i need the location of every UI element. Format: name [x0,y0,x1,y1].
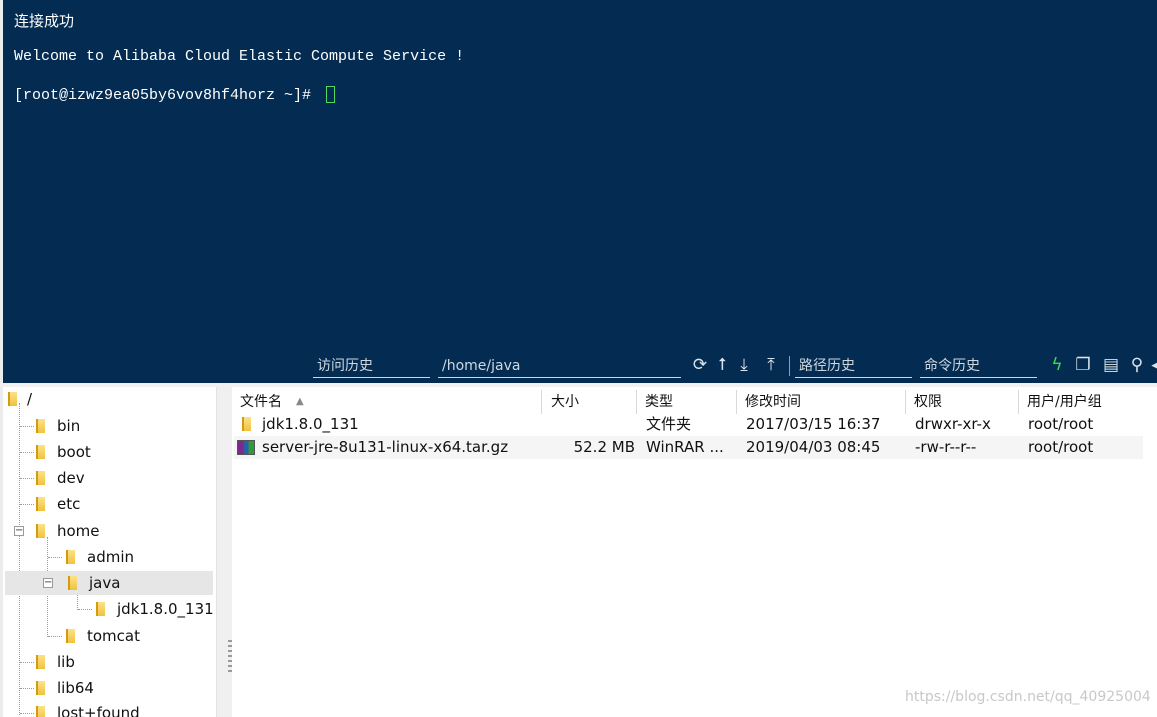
folder-link-icon [36,681,45,695]
folder-open-icon [36,524,45,538]
column-header-name[interactable]: 文件名 ▲ [232,390,542,414]
file-name: jdk1.8.0_131 [262,415,359,433]
column-header-type[interactable]: 类型 [637,390,737,414]
path-field[interactable]: /home/java [438,356,681,378]
watermark: https://blog.csdn.net/qq_40925004 [905,689,1151,705]
file-toolbar: 访问历史 /home/java ⟳ ⭡ ⤓ ⤒ 路径历史 命令历史 ϟ ❐ ▤ … [303,350,1157,383]
paste-icon[interactable]: ▤ [1101,355,1121,375]
folder-icon [66,550,75,564]
tree-connector [78,609,92,610]
path-history-field[interactable]: 路径历史 [795,356,912,378]
tree-connector [48,557,62,558]
folder-icon [96,602,105,616]
file-permissions: -rw-r--r-- [915,438,977,456]
tree-item-label: bin [57,417,81,435]
visit-history-field[interactable]: 访问历史 [313,356,430,378]
folder-icon [8,392,17,406]
toolbar-separator [789,356,790,376]
folder-icon [36,445,45,459]
terminal-status-line: 连接成功 [14,14,75,31]
tree-item-label: lost+found [57,704,140,717]
tree-connector [20,688,34,689]
tree-item-label: home [57,522,100,540]
tree-item-java[interactable]: − java [5,571,213,595]
column-header-label: 文件名 [240,394,282,410]
upload-icon[interactable]: ⤒ [761,355,781,375]
folder-icon [36,471,45,485]
file-size: 52.2 MB [573,438,635,456]
tree-item-label: etc [57,495,81,513]
tree-item-label: boot [57,443,91,461]
tree-item-label: lib64 [57,679,94,697]
column-header-owner[interactable]: 用户/用户组 [1019,390,1141,414]
tree-connector [20,452,34,453]
tree-item-label: tomcat [87,627,140,645]
file-type: WinRAR ... [646,438,724,456]
folder-icon [36,706,45,717]
file-modified: 2017/03/15 16:37 [746,415,881,433]
archive-file-icon [237,440,255,455]
terminal-panel[interactable]: 连接成功 Welcome to Alibaba Cloud Elastic Co… [0,0,1157,383]
terminal-prompt: [root@izwz9ea05by6vov8hf4horz ~]# [14,87,321,104]
tree-item-label: jdk1.8.0_131 [117,600,214,618]
tree-item-label: admin [87,548,134,566]
tree-connector [20,713,34,714]
file-type: 文件夹 [646,415,692,433]
terminal-prompt-line[interactable]: [root@izwz9ea05by6vov8hf4horz ~]# [14,86,336,104]
table-row[interactable]: jdk1.8.0_131 文件夹 2017/03/15 16:37 drwxr-… [234,413,1143,436]
sort-ascending-icon: ▲ [296,396,304,407]
file-list: 文件名 ▲ 大小 类型 修改时间 权限 用户/用户组 jdk1.8.0_131 … [232,387,1157,717]
download-icon[interactable]: ⤓ [734,355,754,375]
folder-icon [66,629,75,643]
column-header-modified[interactable]: 修改时间 [737,390,906,414]
command-history-field[interactable]: 命令历史 [920,356,1037,378]
table-row[interactable]: server-jre-8u131-linux-x64.tar.gz 52.2 M… [234,436,1143,459]
tree-connector [20,504,34,505]
terminal-cursor [326,86,336,103]
tree-item-label: lib [57,653,75,671]
file-owner: root/root [1028,438,1094,456]
folder-link-icon [36,419,45,433]
folder-icon [242,417,251,431]
tree-connector [20,478,34,479]
tree-scrollbar[interactable] [216,387,228,717]
copy-icon[interactable]: ❐ [1073,355,1093,375]
file-permissions: drwxr-xr-x [915,415,991,433]
column-header-permissions[interactable]: 权限 [906,390,1019,414]
directory-tree: / bin boot dev etc − home admin − java j… [0,387,228,717]
search-icon[interactable]: ⚲ [1127,355,1147,375]
collapse-toggle-java[interactable]: − [43,578,53,588]
terminal-welcome-line: Welcome to Alibaba Cloud Elastic Compute… [14,48,465,65]
folder-icon [36,497,45,511]
tree-item-label: / [27,390,33,408]
collapse-toggle-home[interactable]: − [14,526,24,536]
tree-item-root[interactable]: / [5,387,213,411]
file-name: server-jre-8u131-linux-x64.tar.gz [262,438,509,456]
lightning-icon[interactable]: ϟ [1047,355,1067,375]
tree-connector [20,426,34,427]
refresh-icon[interactable]: ⟳ [690,355,710,375]
file-modified: 2019/04/03 08:45 [746,438,881,456]
more-icon[interactable]: ◂ [1151,355,1157,375]
tree-item-label: java [89,574,121,592]
folder-open-icon [68,576,77,590]
file-owner: root/root [1028,415,1094,433]
up-directory-icon[interactable]: ⭡ [712,355,732,375]
tree-connector [20,662,34,663]
folder-link-icon [36,655,45,669]
tree-item-label: dev [57,469,85,487]
tree-connector [48,636,62,637]
column-header-size[interactable]: 大小 [543,390,637,414]
tree-connector [19,403,20,715]
